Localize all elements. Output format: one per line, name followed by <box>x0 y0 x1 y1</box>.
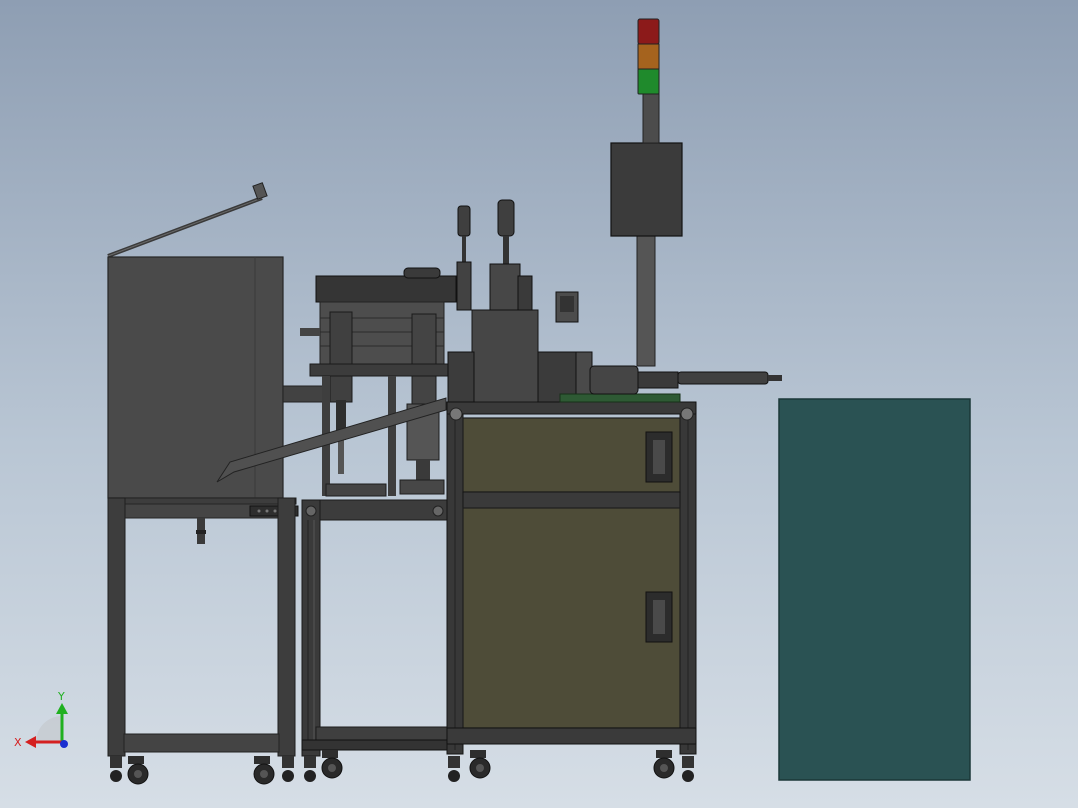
axis-triad: Y X <box>14 690 68 749</box>
cad-viewport[interactable]: Y X <box>0 0 1078 808</box>
axis-y-label: Y <box>57 690 65 703</box>
hopper-stand <box>107 182 330 757</box>
signal-tower <box>610 18 683 367</box>
teal-cabinet <box>778 398 971 781</box>
caster-wheels <box>110 750 694 785</box>
main-cabinet <box>446 401 697 755</box>
machine-drawing: Y X <box>14 18 971 785</box>
axis-x-label: X <box>14 736 22 749</box>
